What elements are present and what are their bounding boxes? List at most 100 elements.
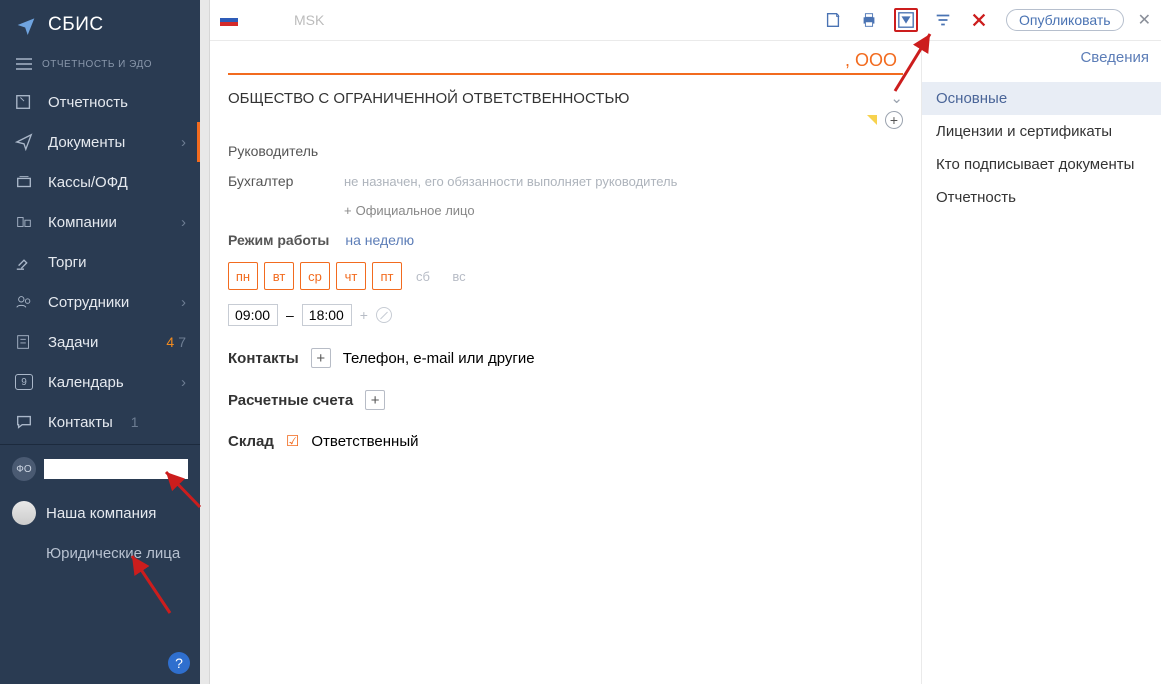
label: Компании [48,214,117,231]
schedule-link[interactable]: на неделю [345,232,414,248]
side-tab[interactable]: Сведения [922,41,1161,76]
companies-icon [14,212,34,232]
label: Календарь [48,374,124,391]
warehouse-label: Склад [228,433,274,450]
sidebar-item-contacts[interactable]: Контакты 1 [0,402,200,442]
chevron-right-icon: › [181,134,186,151]
sidebar-item-companies[interactable]: Компании › [0,202,200,242]
sidebar-item-torgi[interactable]: Торги [0,242,200,282]
chevron-down-icon: ⌄ [890,89,903,107]
contacts-label: Контакты [228,350,299,367]
accountant-row: Бухгалтер не назначен, его обязанности в… [228,173,903,189]
time-to-input[interactable]: 18:00 [302,304,352,326]
label: Юридические лица [46,545,180,562]
send-icon [14,132,34,152]
schedule-label: Режим работы [228,232,329,248]
contacts-hint: Телефон, e-mail или другие [343,350,535,367]
day-thu[interactable]: чт [336,262,366,290]
accounts-row: Расчетные счета + [228,390,903,410]
label: Контакты [48,414,113,431]
app-subtitle: ОТЧЕТНОСТЬ И ЭДО [42,59,152,70]
bird-icon [16,15,36,35]
side-item-reports[interactable]: Отчетность [922,181,1161,214]
calendar-icon: 9 [14,372,34,392]
sidebar: СБИС ОТЧЕТНОСТЬ И ЭДО Отчетность Докумен… [0,0,200,684]
sidebar-item-documents[interactable]: Документы › [0,122,200,162]
avatar: ФО [12,457,36,481]
side-item-signers[interactable]: Кто подписывает документы [922,148,1161,181]
weekday-selector: пн вт ср чт пт сб вс [228,262,903,290]
legal-full: ОБЩЕСТВО С ОГРАНИЧЕННОЙ ОТВЕТСТВЕННОСТЬЮ [228,90,629,107]
add-account-button[interactable]: + [365,390,385,410]
company-avatar [12,501,36,525]
note-icon[interactable] [822,9,844,31]
active-mark [197,122,200,162]
label: Наша компания [46,505,156,522]
label: Задачи [48,334,98,351]
cashbox-icon [14,172,34,192]
chat-icon [14,412,34,432]
add-time-icon[interactable]: + [360,307,368,323]
vertical-strip [200,0,210,684]
app-subtitle-row[interactable]: ОТЧЕТНОСТЬ И ЭДО [0,50,200,82]
sidebar-item-kassy[interactable]: Кассы/ОФД [0,162,200,202]
flag-ru-icon [220,14,238,26]
sidebar-item-employees[interactable]: Сотрудники › [0,282,200,322]
publish-button[interactable]: Опубликовать [1006,9,1124,31]
sidebar-item-calendar[interactable]: 9 Календарь › [0,362,200,402]
people-icon [14,292,34,312]
tasks-icon [14,332,34,352]
schedule-row: Режим работы на неделю [228,232,903,248]
timezone-label: MSK [294,12,324,28]
sidebar-item-legal-entities[interactable]: Юридические лица [0,535,200,572]
accountant-hint: не назначен, его обязанности выполняет р… [344,174,677,189]
label: Отчетность [48,94,128,111]
topbar: MSK Опубликовать ✕ [210,0,1161,41]
warehouse-hint: Ответственный [311,433,418,450]
day-mon[interactable]: пн [228,262,258,290]
delete-icon[interactable] [968,9,990,31]
chevron-right-icon: › [181,294,186,311]
contacts-row: Контакты + Телефон, e-mail или другие [228,348,903,368]
current-user[interactable]: ФО [0,447,200,491]
day-fri[interactable]: пт [372,262,402,290]
side-item-main[interactable]: Основные [922,82,1161,115]
send-down-icon[interactable] [894,8,918,32]
print-icon[interactable] [858,9,880,31]
sidebar-item-tasks[interactable]: Задачи 47 [0,322,200,362]
report-icon [14,92,34,112]
label: Документы [48,134,125,151]
form-area: , ООО ОБЩЕСТВО С ОГРАНИЧЕННОЙ ОТВЕТСТВЕН… [210,41,921,684]
check-icon[interactable]: ☑ [286,432,299,450]
menu-icon [16,58,32,70]
day-wed[interactable]: ср [300,262,330,290]
day-sun[interactable]: вс [444,262,474,290]
company-title[interactable]: , ООО [228,47,903,75]
add-contact-button[interactable]: + [311,348,331,368]
warehouse-row: Склад ☑ Ответственный [228,432,903,450]
badge-new: 4 [166,334,174,350]
accountant-label: Бухгалтер [228,173,328,189]
main-panel: MSK Опубликовать ✕ , ООО ОБЩЕСТВО С ОГРА… [210,0,1161,684]
disable-icon[interactable] [376,307,392,323]
sidebar-item-our-company[interactable]: Наша компания [0,491,200,535]
close-icon[interactable]: ✕ [1138,10,1151,30]
day-tue[interactable]: вт [264,262,294,290]
time-from-input[interactable]: 09:00 [228,304,278,326]
manager-row: Руководитель [228,143,903,159]
sidebar-item-reports[interactable]: Отчетность [0,82,200,122]
legal-form-row[interactable]: ОБЩЕСТВО С ОГРАНИЧЕННОЙ ОТВЕТСТВЕННОСТЬЮ… [228,89,903,107]
side-item-licenses[interactable]: Лицензии и сертификаты [922,115,1161,148]
chevron-right-icon: › [181,214,186,231]
add-official-button[interactable]: Официальное лицо [344,203,903,218]
filter-icon[interactable] [932,9,954,31]
badge-count: 1 [131,414,139,430]
app-logo[interactable]: СБИС [0,0,200,50]
add-button[interactable]: + [885,111,903,129]
accounts-label: Расчетные счета [228,392,353,409]
side-panel: Сведения Основные Лицензии и сертификаты… [921,41,1161,684]
gavel-icon [14,252,34,272]
day-sat[interactable]: сб [408,262,438,290]
help-button[interactable]: ? [168,652,190,674]
user-name-field [44,459,188,479]
